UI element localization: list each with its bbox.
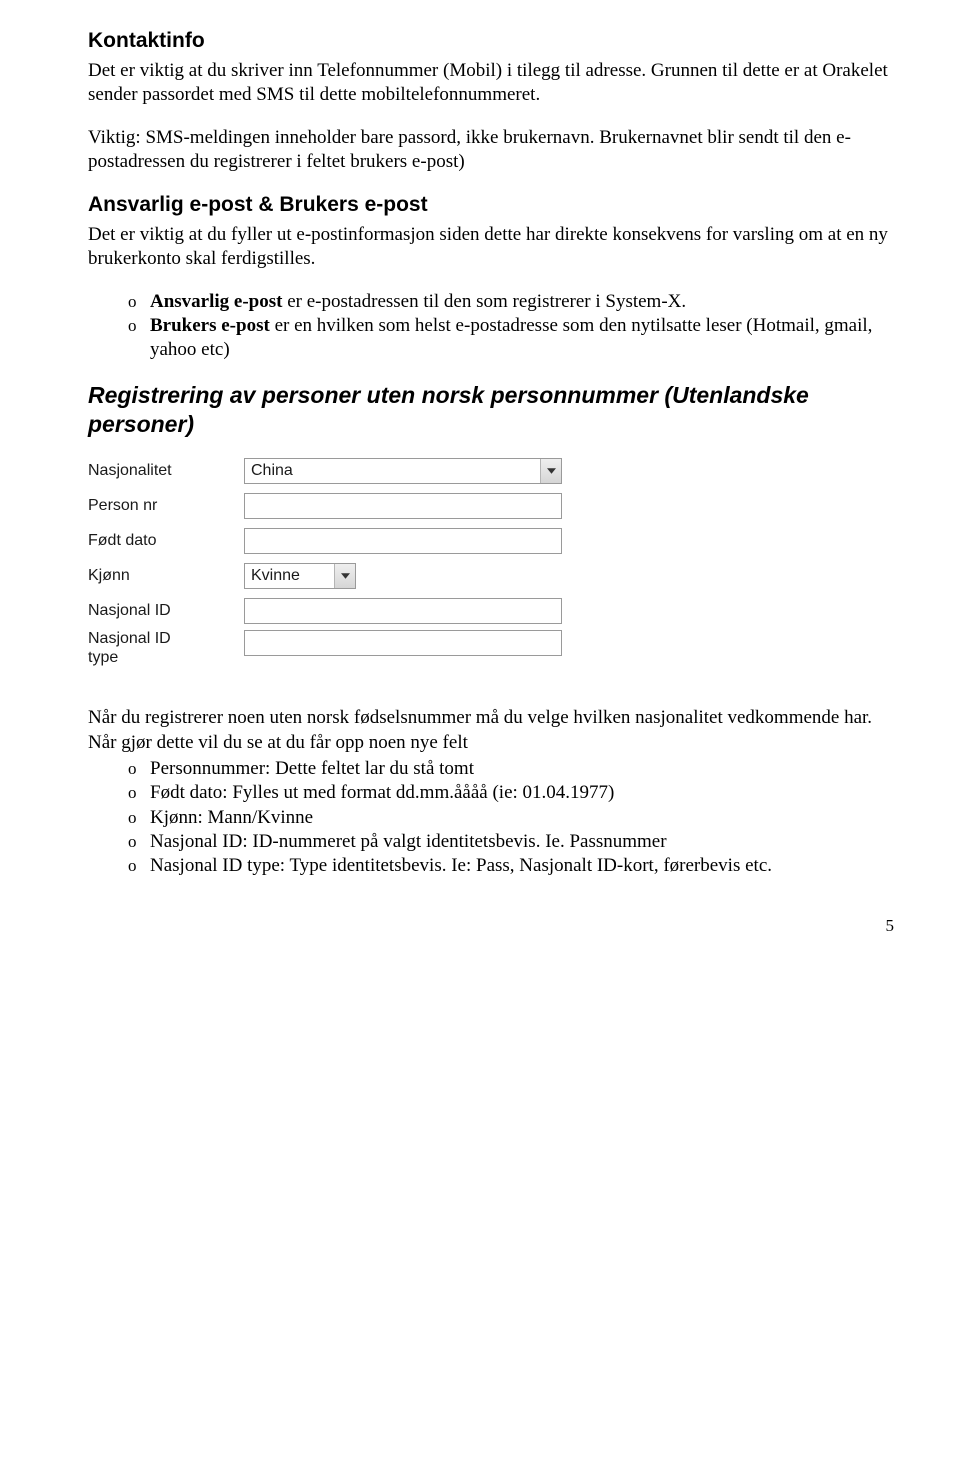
paragraph-epost-1: Det er viktig at du fyller ut e-postinfo… (88, 223, 900, 272)
select-kjonn[interactable]: Kvinne (244, 563, 356, 589)
form-screenshot: Nasjonalitet China Person nr Født dato K… (88, 453, 562, 686)
bullet-marker: o (128, 781, 150, 805)
heading-epost: Ansvarlig e-post & Brukers e-post (88, 192, 900, 219)
label-nasjonalidtype: Nasjonal ID type (88, 630, 244, 667)
select-value: Kvinne (245, 566, 334, 586)
label-nasjonalitet: Nasjonalitet (88, 462, 244, 480)
form-row-nasjonalidtype: Nasjonal ID type (88, 628, 562, 686)
input-fodtdato[interactable] (244, 528, 562, 554)
bullet-text: Født dato: Fylles ut med format dd.mm.åå… (150, 781, 900, 805)
input-personnr[interactable] (244, 493, 562, 519)
paragraph-kontaktinfo-1: Det er viktig at du skriver inn Telefonn… (88, 59, 900, 108)
chevron-down-icon (540, 459, 561, 483)
bullet-text: Ansvarlig e-post er e-postadressen til d… (150, 290, 900, 314)
paragraph-kontaktinfo-2: Viktig: SMS-meldingen inneholder bare pa… (88, 126, 900, 175)
input-nasjonalidtype[interactable] (244, 630, 562, 656)
bullet-marker: o (128, 757, 150, 781)
heading-registrering: Registrering av personer uten norsk pers… (88, 381, 900, 440)
chevron-down-icon (334, 564, 355, 588)
select-value: China (245, 461, 540, 481)
form-row-nasjonalitet: Nasjonalitet China (88, 453, 562, 488)
paragraph-registrering-1: Når du registrerer noen uten norsk fødse… (88, 706, 900, 755)
form-row-kjonn: Kjønn Kvinne (88, 558, 562, 593)
bullet-text: Kjønn: Mann/Kvinne (150, 806, 900, 830)
bullet-marker: o (128, 314, 150, 338)
input-nasjonalid[interactable] (244, 598, 562, 624)
select-nasjonalitet[interactable]: China (244, 458, 562, 484)
bullet-text: Nasjonal ID type: Type identitetsbevis. … (150, 854, 900, 878)
form-row-nasjonalid: Nasjonal ID (88, 593, 562, 628)
page-number: 5 (88, 915, 900, 937)
label-personnr: Person nr (88, 497, 244, 515)
bullet-text: Nasjonal ID: ID-nummeret på valgt identi… (150, 830, 900, 854)
bullet-text: Brukers e-post er en hvilken som helst e… (150, 314, 900, 363)
list-item: o Født dato: Fylles ut med format dd.mm.… (88, 781, 900, 805)
form-row-personnr: Person nr (88, 488, 562, 523)
heading-kontaktinfo: Kontaktinfo (88, 28, 900, 55)
label-nasjonalid: Nasjonal ID (88, 602, 244, 620)
label-fodtdato: Født dato (88, 532, 244, 550)
list-item: o Nasjonal ID: ID-nummeret på valgt iden… (88, 830, 900, 854)
label-kjonn: Kjønn (88, 567, 244, 585)
bullet-marker: o (128, 290, 150, 314)
list-item: o Brukers e-post er en hvilken som helst… (88, 314, 900, 363)
list-item: o Ansvarlig e-post er e-postadressen til… (88, 290, 900, 314)
list-item: o Nasjonal ID type: Type identitetsbevis… (88, 854, 900, 878)
form-row-fodtdato: Født dato (88, 523, 562, 558)
list-item: o Kjønn: Mann/Kvinne (88, 806, 900, 830)
bullet-text: Personnummer: Dette feltet lar du stå to… (150, 757, 900, 781)
bullet-marker: o (128, 854, 150, 878)
bullet-marker: o (128, 830, 150, 854)
bullet-marker: o (128, 806, 150, 830)
bullet-list-epost: o Ansvarlig e-post er e-postadressen til… (88, 290, 900, 363)
list-item: o Personnummer: Dette feltet lar du stå … (88, 757, 900, 781)
bullet-list-registrering: o Personnummer: Dette feltet lar du stå … (88, 757, 900, 879)
